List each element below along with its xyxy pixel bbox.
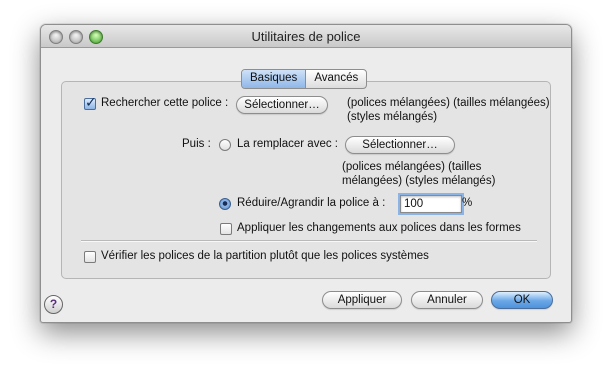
apply-forms-checkbox[interactable] bbox=[220, 223, 232, 235]
replace-desc-2: mélangées) (styles mélangés) bbox=[342, 175, 496, 187]
window-title: Utilitaires de police bbox=[251, 29, 361, 44]
then-label: Puis : bbox=[182, 138, 211, 150]
apply-forms-label: Appliquer les changements aux polices da… bbox=[237, 222, 521, 234]
search-font-checkbox[interactable]: ✓ bbox=[84, 94, 97, 110]
tab-bar: Basiques Avancés bbox=[241, 69, 368, 89]
resize-label: Réduire/Agrandir la police à : bbox=[237, 197, 386, 209]
apply-button[interactable]: Appliquer bbox=[322, 291, 402, 309]
resize-percent-field[interactable]: 100 bbox=[398, 193, 464, 215]
search-font-desc-2: (styles mélangés) bbox=[347, 111, 438, 123]
checkmark-icon: ✓ bbox=[85, 94, 97, 110]
replace-select-button[interactable]: Sélectionner… bbox=[345, 136, 455, 154]
search-font-desc-1: (polices mélangées) (tailles mélangées) bbox=[347, 97, 550, 109]
divider bbox=[81, 240, 537, 242]
resize-radio[interactable] bbox=[219, 198, 231, 210]
search-font-label: Rechercher cette police : bbox=[101, 97, 229, 109]
search-select-button[interactable]: Sélectionner… bbox=[236, 96, 328, 114]
cancel-button[interactable]: Annuler bbox=[411, 291, 483, 309]
tab-basic[interactable]: Basiques bbox=[242, 70, 307, 88]
help-icon[interactable]: ? bbox=[44, 295, 63, 314]
title-bar: Utilitaires de police bbox=[41, 25, 571, 48]
verify-partition-label: Vérifier les polices de la partition plu… bbox=[101, 250, 429, 262]
verify-partition-checkbox[interactable] bbox=[84, 251, 96, 263]
tab-advanced[interactable]: Avancés bbox=[306, 70, 366, 88]
percent-unit: % bbox=[462, 197, 473, 209]
ok-button[interactable]: OK bbox=[491, 291, 553, 309]
replace-radio[interactable] bbox=[219, 139, 231, 151]
font-utilities-window: Utilitaires de police Basiques Avancés ✓… bbox=[40, 24, 572, 323]
replace-desc-1: (polices mélangées) (tailles bbox=[342, 161, 482, 173]
replace-label: La remplacer avec : bbox=[237, 138, 338, 150]
